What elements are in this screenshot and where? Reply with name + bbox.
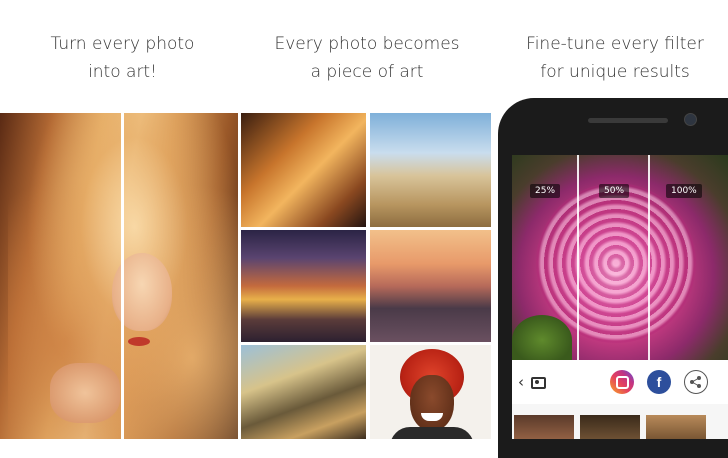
share-toolbar: ‹ f bbox=[512, 360, 728, 404]
phone-screen: 25% 50% 100% ‹ f bbox=[512, 155, 728, 439]
before-after-divider bbox=[121, 113, 124, 439]
caption-line: for unique results bbox=[540, 62, 690, 82]
phone-front-camera bbox=[684, 113, 697, 126]
caption-turn-every-photo: Turn every photo into art! bbox=[20, 30, 225, 86]
caption-fine-tune: Fine-tune every filter for unique result… bbox=[508, 30, 722, 86]
instagram-icon[interactable] bbox=[610, 370, 634, 394]
caption-line: Fine-tune every filter bbox=[526, 34, 704, 54]
art-tile-night-street bbox=[241, 230, 366, 342]
caption-every-photo-becomes: Every photo becomes a piece of art bbox=[258, 30, 476, 86]
caption-line: Turn every photo bbox=[50, 34, 195, 54]
filter-thumbnail[interactable] bbox=[580, 415, 640, 439]
strength-divider[interactable] bbox=[648, 155, 650, 360]
caption-line: Every photo becomes bbox=[274, 34, 460, 54]
portrait-lips bbox=[128, 337, 150, 346]
caption-line: a piece of art bbox=[310, 62, 424, 82]
share-icon[interactable] bbox=[684, 370, 708, 394]
art-tile-portrait bbox=[241, 113, 366, 227]
portrait-hand bbox=[50, 363, 120, 423]
strength-divider[interactable] bbox=[577, 155, 579, 360]
strength-label-100: 100% bbox=[666, 184, 702, 198]
caption-line: into art! bbox=[88, 62, 157, 82]
filter-thumbnail[interactable] bbox=[514, 415, 574, 439]
art-tile-hay-bale bbox=[370, 113, 491, 227]
art-tile-smiling-woman bbox=[370, 345, 491, 439]
filter-thumbnail[interactable] bbox=[646, 415, 706, 439]
portrait-before-after-image bbox=[0, 113, 238, 439]
facebook-icon[interactable]: f bbox=[647, 370, 671, 394]
chevron-left-icon[interactable]: ‹ bbox=[518, 373, 532, 391]
art-tile-sunset-coast bbox=[370, 230, 491, 342]
phone-speaker bbox=[588, 118, 668, 123]
camera-icon[interactable] bbox=[531, 377, 546, 389]
flower-leaf bbox=[512, 315, 572, 360]
strength-label-25: 25% bbox=[530, 184, 561, 198]
art-tile-boat bbox=[241, 345, 366, 439]
tile-shoulders bbox=[390, 427, 474, 439]
filter-preview-image[interactable]: 25% 50% 100% bbox=[512, 155, 728, 360]
tile-face bbox=[410, 375, 454, 431]
strength-label-50: 50% bbox=[599, 184, 630, 198]
